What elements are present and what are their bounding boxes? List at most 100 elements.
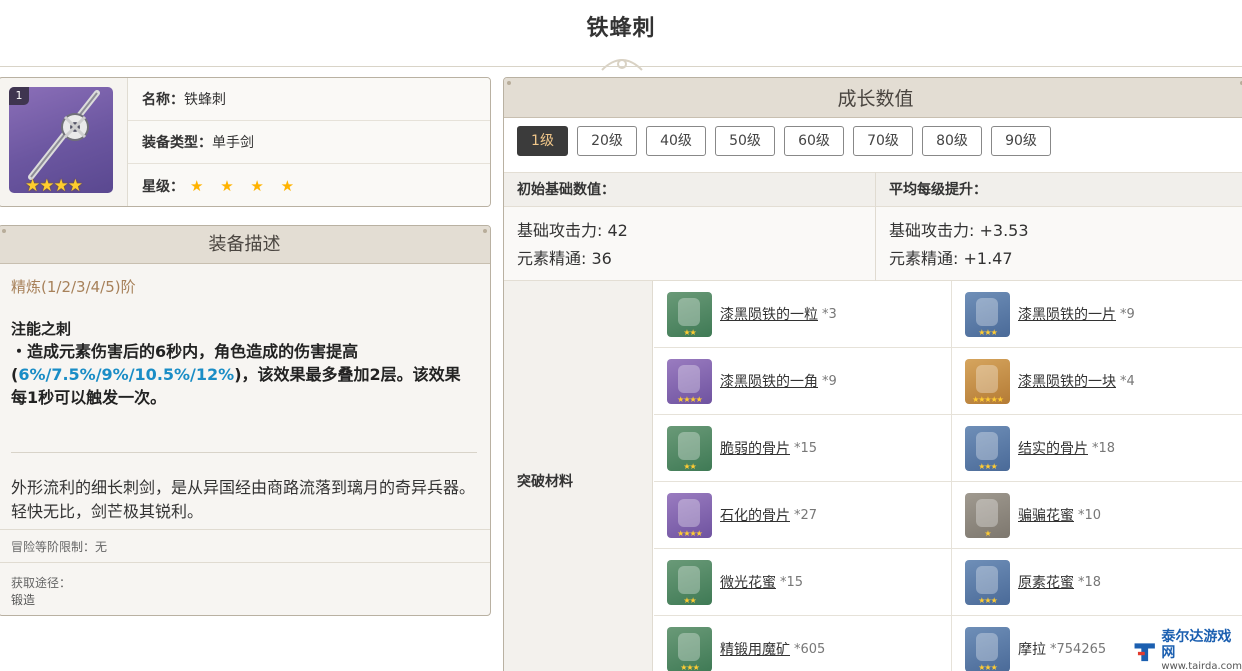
materials-table: 突破材料 ★★ 漆黑陨铁的一粒 *3 ★★★ 漆黑陨铁的一片 *9 ★★★★ 漆黑陨铁的一角 *… [504,281,1242,671]
material-name-link[interactable]: 漆黑陨铁的一角 [720,371,818,391]
tab-level-60[interactable]: 60级 [784,126,844,156]
material-stars-icon: ★★★ [680,662,700,671]
stats-values: 基础攻击力: 42 元素精通: 36 基础攻击力: +3.53 元素精通: +1… [504,207,1242,281]
tab-level-80[interactable]: 80级 [922,126,982,156]
skill-description: ・造成元素伤害后的6秒内，角色造成的伤害提高(6%/7.5%/9%/10.5%/… [11,340,473,409]
tab-level-70[interactable]: 70级 [853,126,913,156]
material-name-link[interactable]: 原素花蜜 [1018,572,1074,592]
material-glyph-icon [976,632,998,661]
tab-level-40[interactable]: 40级 [646,126,706,156]
material-item[interactable]: ★★★ 漆黑陨铁的一片 *9 [951,281,1242,348]
material-icon: ★★★★ [667,492,712,538]
tab-level-1[interactable]: 1级 [517,126,568,156]
info-key: 装备类型： [142,135,212,151]
material-count: *15 [794,440,818,456]
material-item[interactable]: ★★★ 精锻用魔矿 *605 [654,616,951,671]
material-stars-icon: ★★★ [978,327,998,337]
material-name-link[interactable]: 结实的骨片 [1018,438,1088,458]
stats-header: 初始基础数值： 平均每级提升： [504,172,1242,207]
base-stats: 基础攻击力: 42 元素精通: 36 [504,207,628,281]
material-glyph-icon [678,431,700,460]
material-item[interactable]: ★★ 微光花蜜 *15 [654,549,951,616]
material-icon: ★★★ [965,626,1010,671]
page-title: 铁蜂刺 [586,16,656,41]
material-name-link[interactable]: 脆弱的骨片 [720,438,790,458]
material-item[interactable]: ★★★★★ 漆黑陨铁的一块 *4 [951,348,1242,415]
material-name-link[interactable]: 漆黑陨铁的一片 [1018,304,1116,324]
material-count: *754265 [1050,641,1107,657]
base-em: 元素精通: 36 [517,249,612,268]
material-stars-icon: ★★ [683,595,696,605]
material-glyph-icon [976,565,998,594]
avg-stats-title: 平均每级提升： [889,182,987,198]
material-stars-icon: ★★★ [978,461,998,471]
skill-name: 注能之刺 [11,320,72,338]
materials-label-cell: 突破材料 [504,281,653,671]
material-stars-icon: ★★★ [978,595,998,605]
adventure-rank-limit: 冒险等阶限制：无 [0,529,490,563]
material-name-link[interactable]: 骗骗花蜜 [1018,505,1074,525]
avg-atk: 基础攻击力: +3.53 [889,221,1029,240]
material-name-link[interactable]: 石化的骨片 [720,505,790,525]
material-count: *605 [794,641,826,657]
material-stars-icon: ★★★★ [677,528,703,538]
material-count: *9 [822,373,837,389]
source-value: 锻造 [11,593,36,607]
material-name-link[interactable]: 漆黑陨铁的一粒 [720,304,818,324]
material-item[interactable]: ★★★★ 漆黑陨铁的一角 *9 [654,348,951,415]
material-glyph-icon [678,565,700,594]
material-count: *4 [1120,373,1135,389]
materials-label: 突破材料 [517,474,573,490]
info-row-rarity: 星级： ★ ★ ★ ★ [128,164,490,206]
base-stats-title: 初始基础数值： [517,182,615,198]
material-icon: ★★★ [965,559,1010,605]
material-glyph-icon [976,431,998,460]
material-icon: ★★★ [667,626,712,671]
material-icon: ★ [965,492,1010,538]
material-stars-icon: ★★★★★ [972,394,1004,404]
material-item[interactable]: ★★★ 结实的骨片 *18 [951,415,1242,482]
material-icon: ★★ [667,559,712,605]
watermark-url: www.tairda.com [1161,660,1242,671]
growth-card: 成长数值 1级 20级 40级 50级 60级 70级 80级 90级 初始基础… [503,77,1242,671]
title-divider [0,66,1242,67]
material-name-link[interactable]: 精锻用魔矿 [720,639,790,659]
material-icon: ★★ [667,425,712,471]
refine-badge: 1 [9,87,29,105]
material-glyph-icon [976,364,998,393]
watermark: 泰尔达游戏网 www.tairda.com [1126,629,1242,671]
skill-values: 6%/7.5%/9%/10.5%/12% [18,365,235,384]
material-item[interactable]: ★ 骗骗花蜜 *10 [951,482,1242,549]
watermark-site-name: 泰尔达游戏网 [1161,628,1232,661]
material-icon: ★★★★★ [965,358,1010,404]
weapon-type-value: 单手剑 [212,135,254,151]
tab-level-50[interactable]: 50级 [715,126,775,156]
watermark-text: 泰尔达游戏网 www.tairda.com [1161,629,1242,671]
material-count: *9 [1120,306,1135,322]
material-icon: ★★★ [965,291,1010,337]
material-count: *18 [1092,440,1116,456]
material-stars-icon: ★★★★ [677,394,703,404]
material-glyph-icon [678,297,700,326]
tab-level-90[interactable]: 90级 [991,126,1051,156]
material-item[interactable]: ★★★★ 石化的骨片 *27 [654,482,951,549]
material-name-link[interactable]: 摩拉 [1018,639,1046,659]
material-item[interactable]: ★★★ 原素花蜜 *18 [951,549,1242,616]
avg-stats: 基础攻击力: +3.53 元素精通: +1.47 [876,207,1029,281]
source-label: 获取途径： [11,576,72,590]
weapon-name-value: 铁蜂刺 [184,92,226,108]
divider [11,452,477,453]
material-item[interactable]: ★★ 脆弱的骨片 *15 [654,415,951,482]
material-glyph-icon [678,632,700,661]
rarity-stars-icon: ★★★★ [25,176,83,193]
material-stars-icon: ★★ [683,461,696,471]
material-name-link[interactable]: 微光花蜜 [720,572,776,592]
tab-level-20[interactable]: 20级 [577,126,637,156]
site-logo-icon [1134,642,1155,661]
material-item[interactable]: ★★ 漆黑陨铁的一粒 *3 [654,281,951,348]
material-stars-icon: ★★★ [978,662,998,671]
material-name-link[interactable]: 漆黑陨铁的一块 [1018,371,1116,391]
star-icon: ★ ★ ★ ★ [190,176,301,195]
column-divider [875,172,876,281]
material-count: *27 [794,507,818,523]
